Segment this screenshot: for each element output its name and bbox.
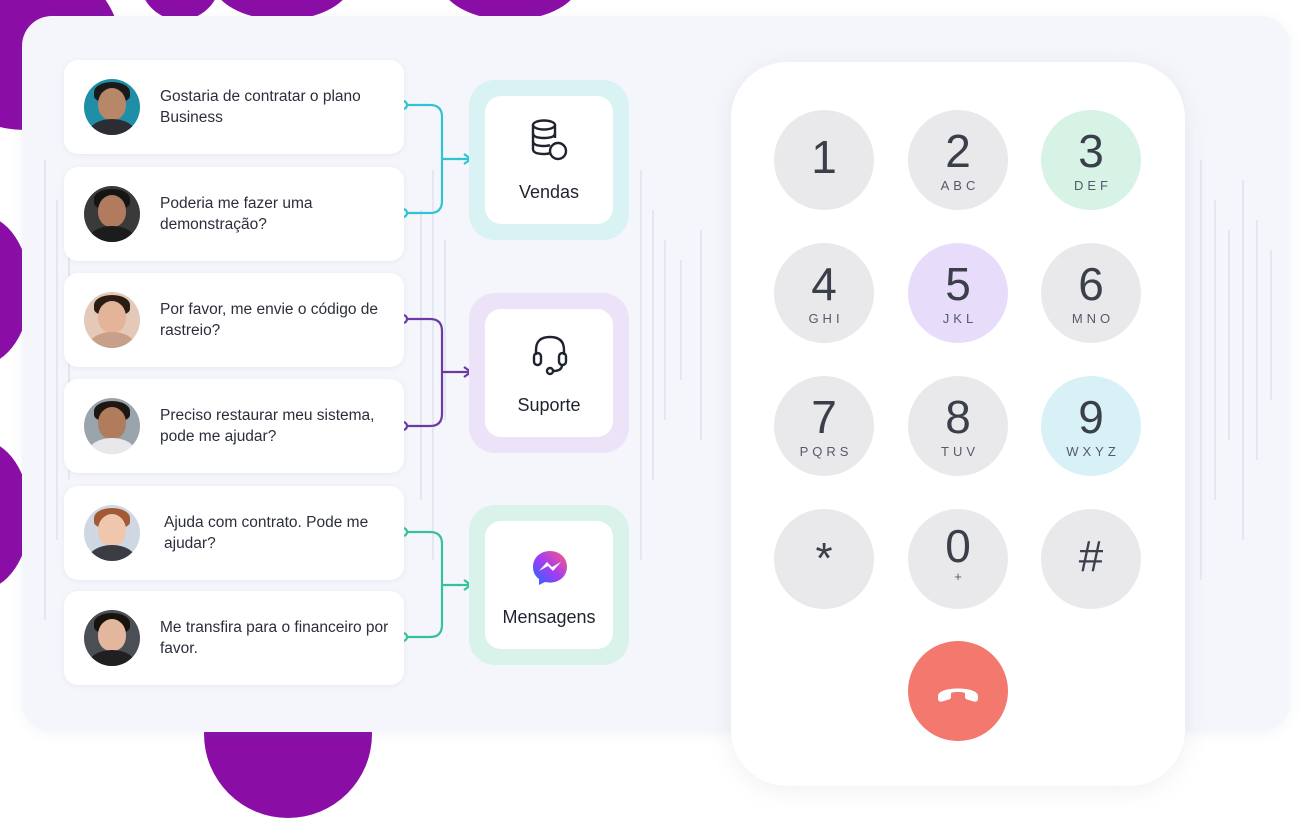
chat-card[interactable]: Poderia me fazer uma demonstração?: [64, 167, 404, 261]
chat-message: Gostaria de contratar o plano Business: [160, 88, 361, 126]
avatar: [84, 398, 140, 454]
hangup-button[interactable]: [908, 641, 1008, 741]
connector-path: [407, 103, 444, 215]
connector-path: [407, 317, 444, 428]
route-vendas[interactable]: Vendas: [469, 80, 629, 240]
headset-icon: [532, 335, 568, 376]
key-5[interactable]: 5 JKL: [908, 243, 1008, 343]
chat-card[interactable]: Gostaria de contratar o plano Business: [64, 60, 404, 154]
route-suporte[interactable]: Suporte: [469, 293, 629, 453]
chat-card[interactable]: Me transfira para o financeiro por favor…: [64, 591, 404, 685]
key-1[interactable]: 1: [774, 110, 874, 210]
connector-arrow: [442, 153, 473, 165]
phone-hangup-icon: [938, 688, 978, 702]
avatar: [84, 610, 140, 666]
route-card: Vendas: [485, 96, 613, 224]
database-icon: [531, 119, 568, 161]
stage: Gostaria de contratar o plano Business P…: [0, 0, 1307, 819]
connector-arrow: [442, 366, 473, 378]
route-mensagens[interactable]: Mensagens: [469, 505, 629, 665]
chat-card[interactable]: Preciso restaurar meu sistema, pode me a…: [64, 379, 404, 473]
route-label: Suporte: [517, 395, 581, 415]
key-4[interactable]: 4 GHI: [774, 243, 874, 343]
messenger-icon: [533, 551, 567, 585]
chat-message: Preciso restaurar meu sistema, pode me a…: [160, 407, 375, 445]
key-0[interactable]: 0 +: [908, 509, 1008, 609]
route-label: Mensagens: [502, 607, 596, 627]
route-card: Suporte: [485, 309, 613, 437]
key-hash[interactable]: #: [1041, 509, 1141, 609]
key-9[interactable]: 9 WXYZ: [1041, 376, 1141, 476]
connector-suporte: [397, 313, 473, 432]
route-label: Vendas: [518, 182, 580, 202]
key-2[interactable]: 2 ABC: [908, 110, 1008, 210]
connector-mensagens: [397, 526, 473, 643]
chat-card[interactable]: Ajuda com contrato. Pode me ajudar?: [64, 486, 404, 580]
connector-arrow: [442, 579, 473, 591]
route-card: Mensagens: [485, 521, 613, 649]
key-3[interactable]: 3 DEF: [1041, 110, 1141, 210]
avatar: [84, 186, 140, 242]
avatar: [84, 505, 140, 561]
chat-card[interactable]: Por favor, me envie o código de rastreio…: [64, 273, 404, 367]
avatar: [84, 292, 140, 348]
key-8[interactable]: 8 TUV: [908, 376, 1008, 476]
connector-vendas: [397, 99, 473, 219]
key-7[interactable]: 7 PQRS: [774, 376, 874, 476]
connector-path: [407, 530, 444, 639]
key-star[interactable]: *: [774, 509, 874, 609]
avatar: [84, 79, 140, 135]
chat-message: Me transfira para o financeiro por favor…: [160, 619, 389, 657]
chat-message: Por favor, me envie o código de rastreio…: [160, 301, 378, 339]
chat-message: Ajuda com contrato. Pode me ajudar?: [164, 514, 369, 552]
key-6[interactable]: 6 MNO: [1041, 243, 1141, 343]
chat-message: Poderia me fazer uma demonstração?: [160, 195, 313, 233]
